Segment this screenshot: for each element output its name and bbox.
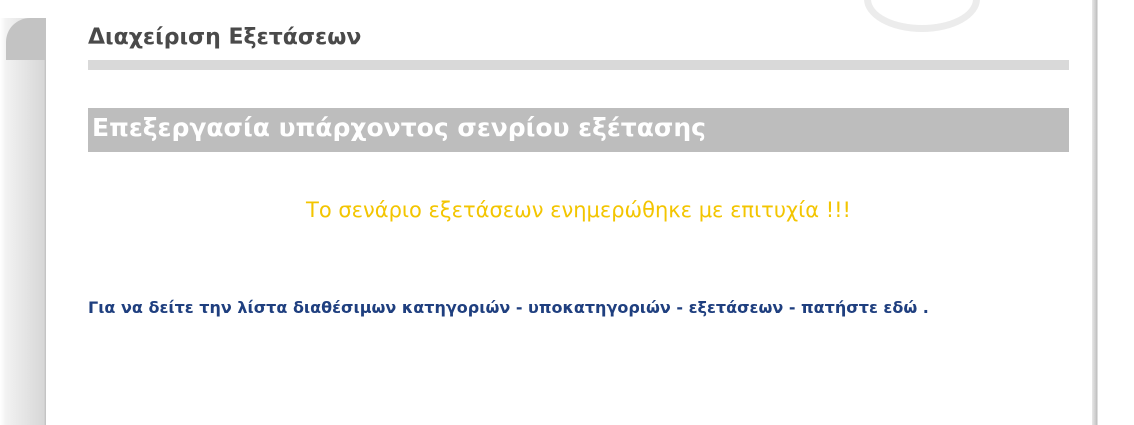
section-header-label: Επεξεργασία υπάρχοντος σενρίου εξέτασης [92,113,706,142]
page-title: Διαχείριση Εξετάσεων [88,25,362,50]
left-sidebar-rail [0,18,46,425]
right-panel-edge [1092,0,1134,425]
info-text: Για να δείτε την λίστα διαθέσιμων κατηγο… [88,295,1073,320]
section-header: Επεξεργασία υπάρχοντος σενρίου εξέτασης [88,108,1069,152]
here-link[interactable]: εδώ [883,298,917,317]
success-message: Το σενάριο εξετάσεων ενημερώθηκε με επιτ… [306,198,851,222]
info-text-suffix: . [917,298,929,317]
left-sidebar-corner [6,18,46,60]
info-text-prefix: Για να δείτε την λίστα διαθέσιμων κατηγο… [88,298,884,317]
title-divider [88,60,1069,70]
